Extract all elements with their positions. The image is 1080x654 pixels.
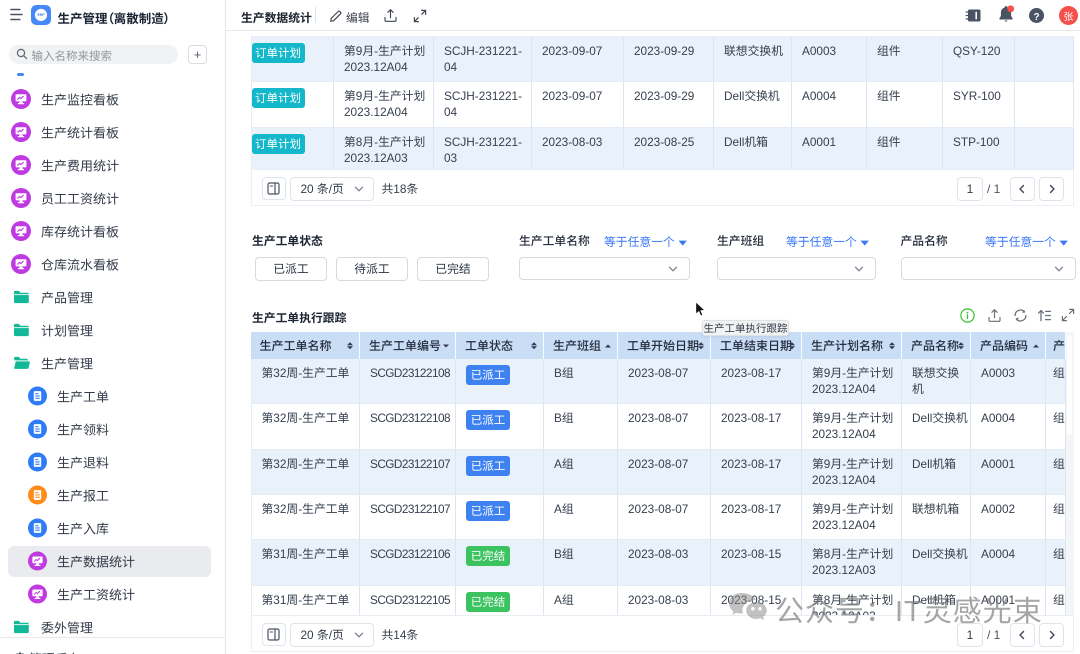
svg-text:ERP: ERP (37, 13, 45, 17)
